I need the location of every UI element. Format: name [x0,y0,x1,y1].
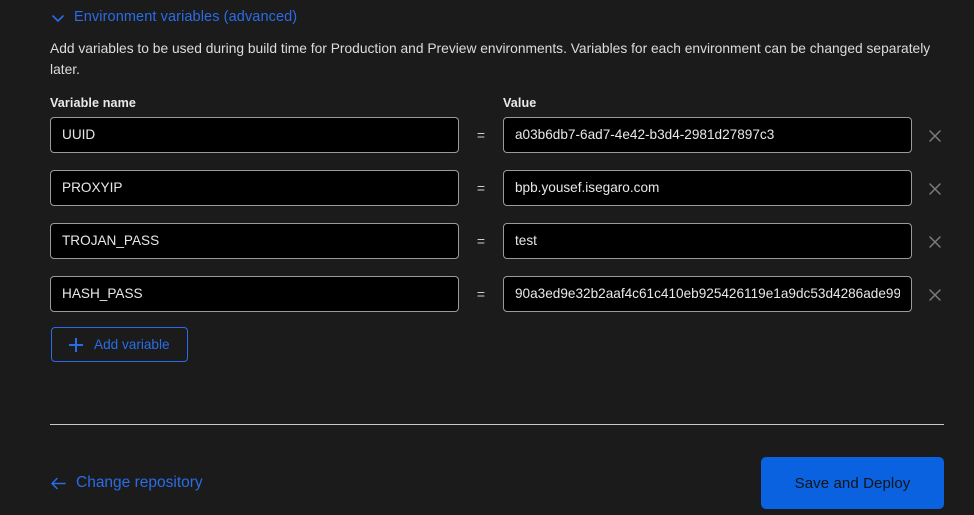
change-repository-label: Change repository [76,474,203,491]
variable-name-value: TROJAN_PASS [62,233,160,248]
variable-value-input[interactable]: test [503,223,912,259]
footer-divider [50,424,944,425]
remove-variable-button[interactable] [922,282,948,308]
variable-name-input[interactable]: UUID [50,117,459,153]
section-title: Environment variables (advanced) [74,9,298,25]
variable-value-value: bpb.yousef.isegaro.com [515,180,660,195]
change-repository-link[interactable]: Change repository [50,474,203,492]
remove-variable-button[interactable] [922,229,948,255]
variable-value-input[interactable]: a03b6db7-6ad7-4e42-b3d4-2981d27897c3 [503,117,912,153]
equals-separator: = [476,286,486,302]
variable-name-input[interactable]: PROXYIP [50,170,459,206]
variable-value-value: 90a3ed9e32b2aaf4c61c410eb925426119e1a9dc… [515,286,900,301]
remove-variable-button[interactable] [922,176,948,202]
variable-row: UUID = a03b6db7-6ad7-4e42-b3d4-2981d2789… [0,117,974,170]
remove-variable-button[interactable] [922,123,948,149]
variable-value-value: a03b6db7-6ad7-4e42-b3d4-2981d27897c3 [515,127,775,142]
variable-name-input[interactable]: HASH_PASS [50,276,459,312]
column-header-value: Value [503,96,537,110]
save-and-deploy-button[interactable]: Save and Deploy [761,457,944,509]
variable-value-input[interactable]: 90a3ed9e32b2aaf4c61c410eb925426119e1a9dc… [503,276,912,312]
arrow-left-icon [50,476,67,491]
variable-row: PROXYIP = bpb.yousef.isegaro.com [0,170,974,223]
environment-variables-page: Environment variables (advanced) Add var… [0,0,974,515]
variable-name-input[interactable]: TROJAN_PASS [50,223,459,259]
add-variable-label: Add variable [94,337,170,352]
add-variable-button[interactable]: Add variable [51,327,188,362]
variable-row: TROJAN_PASS = test [0,223,974,276]
variable-value-input[interactable]: bpb.yousef.isegaro.com [503,170,912,206]
variable-name-value: HASH_PASS [62,286,143,301]
variable-row: HASH_PASS = 90a3ed9e32b2aaf4c61c410eb925… [0,276,974,329]
equals-separator: = [476,233,486,249]
section-description: Add variables to be used during build ti… [50,41,931,77]
column-header-variable-name: Variable name [50,96,137,110]
equals-separator: = [476,127,486,143]
variable-name-value: UUID [62,127,96,142]
variable-name-value: PROXYIP [62,180,123,195]
variable-value-value: test [515,233,537,248]
environment-variables-section-toggle[interactable]: Environment variables (advanced) [50,8,297,26]
plus-icon [69,337,83,352]
equals-separator: = [476,180,486,196]
variable-rows: UUID = a03b6db7-6ad7-4e42-b3d4-2981d2789… [0,117,974,329]
chevron-down-icon [50,10,66,26]
